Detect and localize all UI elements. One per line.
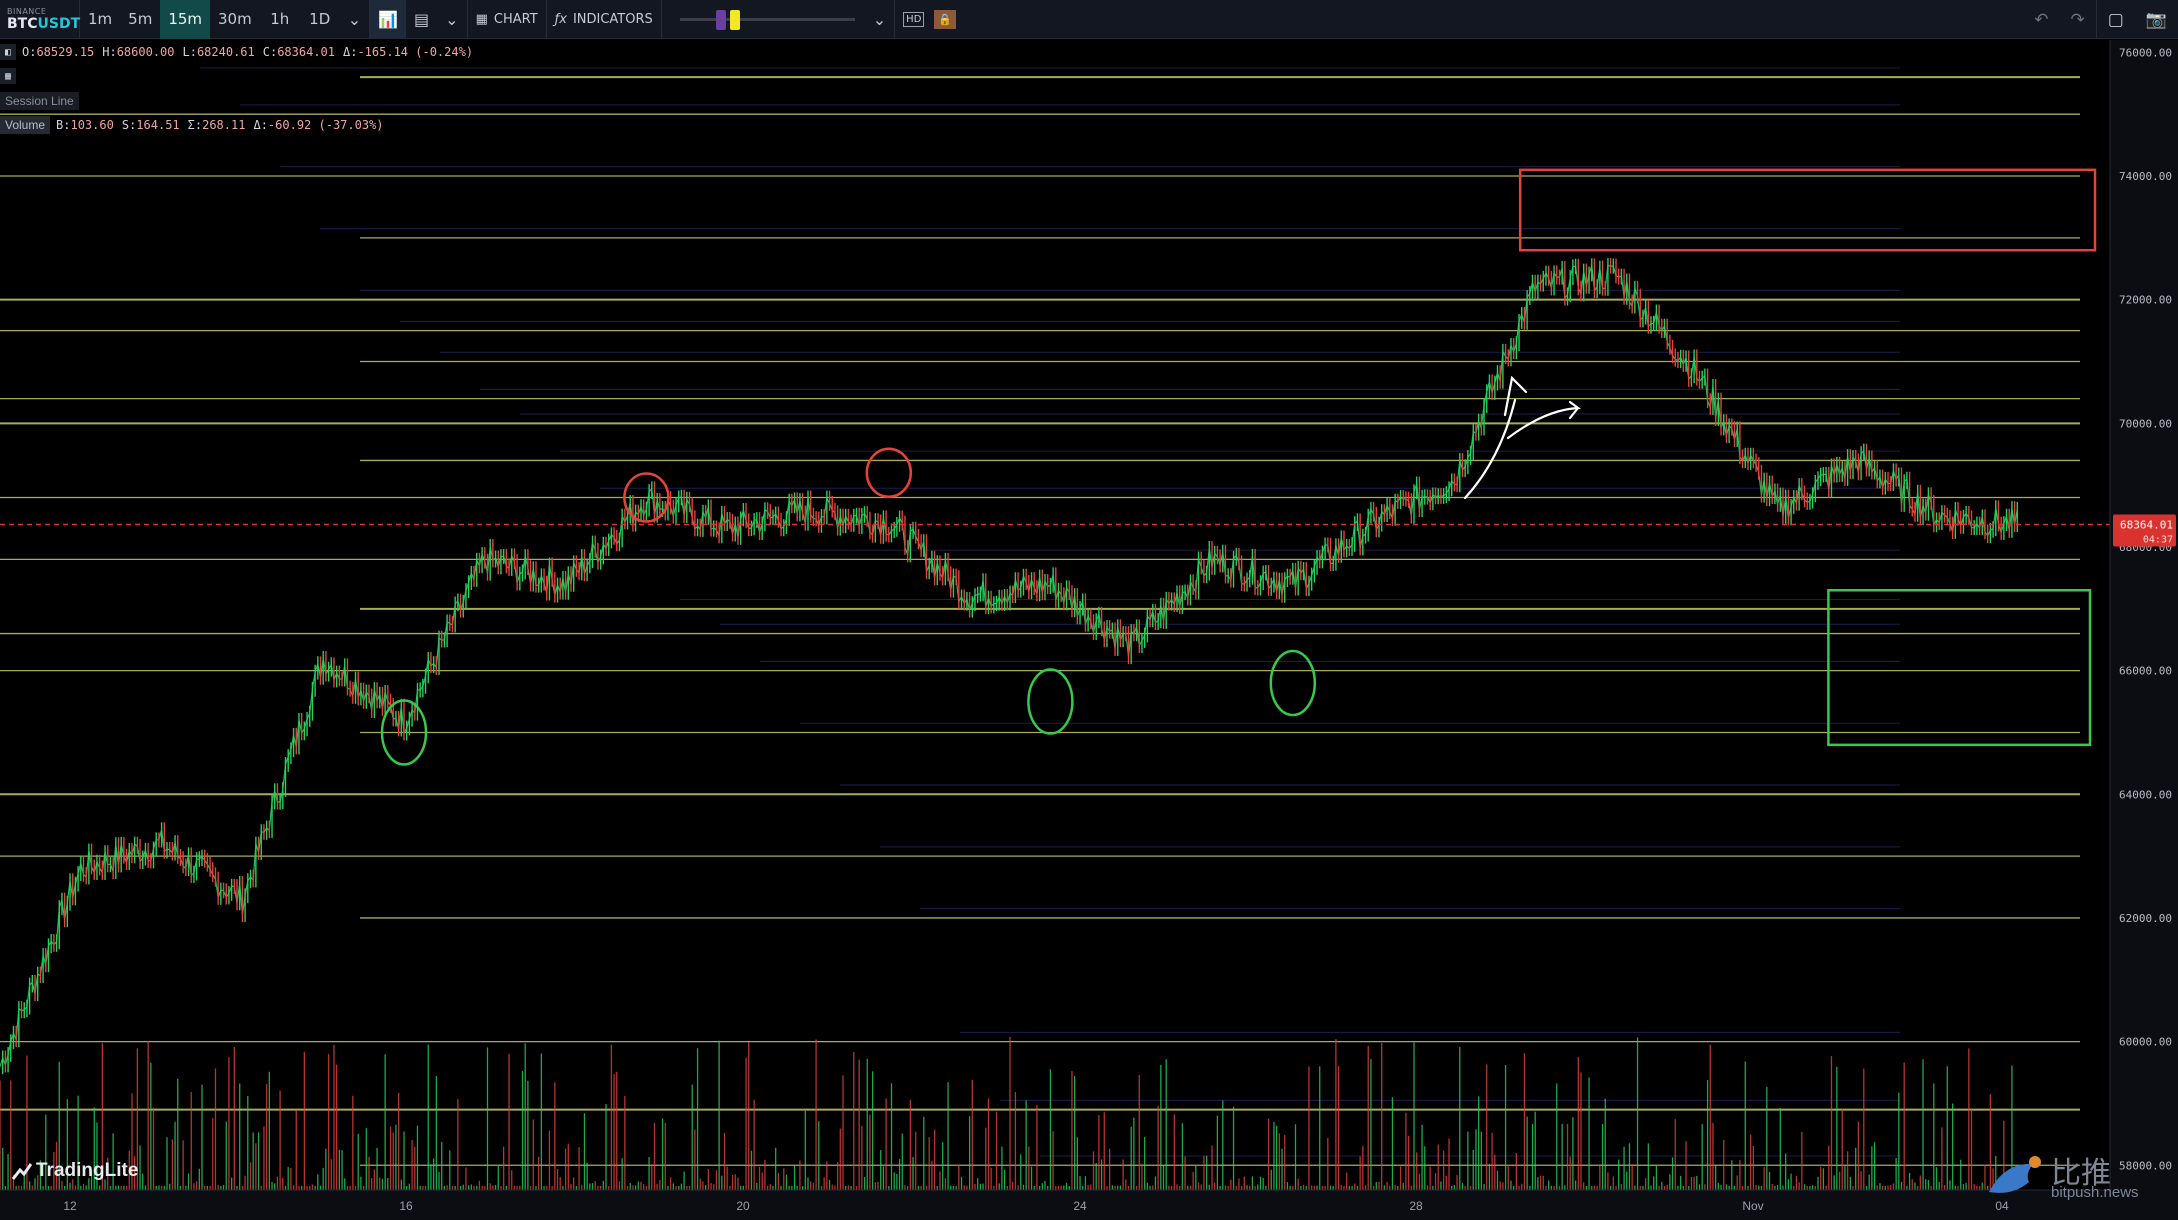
price-line-series bbox=[0, 264, 2018, 1067]
symbol-selector[interactable]: BINANCE BTCUSDT bbox=[0, 0, 80, 39]
timeframe-1m[interactable]: 1m bbox=[80, 0, 120, 39]
timeframe-1h[interactable]: 1h bbox=[260, 0, 300, 39]
green-circle-annotation bbox=[1269, 649, 1317, 717]
tradinglite-logo: TradingLite bbox=[12, 1160, 138, 1182]
candles-icon[interactable]: 📊 bbox=[370, 0, 407, 39]
indicator-toggle-row: ▦ bbox=[0, 68, 22, 84]
chevron-down-icon[interactable]: ⌄ bbox=[437, 0, 466, 39]
volume-buy: 103.60 bbox=[70, 118, 114, 132]
volume-sell: 164.51 bbox=[136, 118, 180, 132]
ohlc-open: 68529.15 bbox=[36, 45, 95, 59]
session-line-row: Session Line bbox=[0, 92, 85, 110]
current-price-label: 68364.01 bbox=[2120, 518, 2173, 531]
camera-icon[interactable]: 📷 bbox=[2135, 0, 2178, 39]
price-axis-label: 76000.00 bbox=[2119, 46, 2172, 59]
slider-handle-low[interactable] bbox=[715, 9, 726, 30]
chart-button-label: CHART bbox=[493, 11, 538, 27]
redo-icon[interactable]: ↷ bbox=[2060, 0, 2096, 39]
timeframe-15m[interactable]: 15m bbox=[160, 0, 211, 39]
bitpush-watermark: 比推 bitpush.news bbox=[1985, 1148, 2175, 1204]
symbol-base: BTC bbox=[7, 15, 38, 32]
logo-icon bbox=[12, 1163, 32, 1180]
hand-drawn-arrow-annotation bbox=[1463, 375, 1582, 500]
hd-icon[interactable]: HD bbox=[895, 0, 932, 39]
time-axis-label: 20 bbox=[736, 1199, 750, 1213]
chart-icon: ▦ bbox=[475, 11, 488, 27]
red-circle-annotation bbox=[865, 447, 913, 499]
ohlc-high: 68600.00 bbox=[116, 45, 175, 59]
volume-total: 268.11 bbox=[202, 118, 246, 132]
layout-icon[interactable]: ▤ bbox=[406, 0, 437, 39]
symbol-quote: USDT bbox=[37, 15, 81, 32]
timeframe-5m[interactable]: 5m bbox=[120, 0, 160, 39]
chart-button[interactable]: ▦ CHART bbox=[468, 0, 546, 39]
lock-icon[interactable]: 🔒 bbox=[932, 0, 958, 39]
heatmap-intensity-slider[interactable] bbox=[679, 0, 855, 39]
collapse-icon[interactable]: ◧ bbox=[0, 44, 16, 60]
fx-icon: ƒx bbox=[554, 11, 567, 27]
chevron-down-icon[interactable]: ⌄ bbox=[865, 0, 894, 39]
timeframe-1D[interactable]: 1D bbox=[300, 0, 340, 39]
logo-text: TradingLite bbox=[36, 1160, 139, 1181]
indicators-toggle-icon[interactable]: ▦ bbox=[0, 68, 16, 84]
slider-track bbox=[679, 17, 855, 21]
top-toolbar: BINANCE BTCUSDT 1m 5m 15m 30m 1h 1D ⌄ 📊 ▤ ⌄ ▦… bbox=[0, 0, 2178, 39]
time-axis-label: Nov bbox=[1742, 1199, 1763, 1213]
price-axis-label: 72000.00 bbox=[2119, 294, 2172, 307]
price-axis-label: 66000.00 bbox=[2119, 665, 2172, 678]
ohlc-low: 68240.61 bbox=[196, 45, 255, 59]
price-axis-label: 60000.00 bbox=[2119, 1036, 2172, 1049]
price-axis-label: 64000.00 bbox=[2119, 788, 2172, 801]
watermark-url: bitpush.news bbox=[2051, 1184, 2139, 1201]
price-axis-label: 74000.00 bbox=[2119, 170, 2172, 183]
time-axis-label: 12 bbox=[63, 1199, 77, 1213]
ohlc-close: 68364.01 bbox=[277, 45, 335, 59]
time-axis-label: 24 bbox=[1073, 1199, 1087, 1213]
green-circle-annotation bbox=[1027, 668, 1074, 735]
price-axis-label: 70000.00 bbox=[2119, 417, 2172, 430]
time-axis-background bbox=[0, 1190, 2178, 1220]
countdown-label: 04:37 bbox=[2143, 534, 2173, 545]
ohlc-row: ◧ O: 68529.15 H: 68600.00 L: 68240.61 C: 683… bbox=[0, 44, 481, 60]
volume-row: Volume B: 103.60 S: 164.51 Σ: 268.11 Δ: -60.… bbox=[0, 116, 392, 134]
undo-icon[interactable]: ↶ bbox=[2023, 0, 2059, 39]
volume-delta: -60.92 (-37.03%) bbox=[267, 118, 384, 132]
indicators-button[interactable]: ƒx INDICATORS bbox=[547, 0, 661, 39]
divider bbox=[660, 0, 662, 39]
toolbar-right: ↶ ↷ ▢ 📷 bbox=[2023, 0, 2178, 39]
time-axis-label: 28 bbox=[1409, 1199, 1423, 1213]
timeframe-group: 1m 5m 15m 30m 1h 1D bbox=[80, 0, 340, 39]
volume-tag[interactable]: Volume bbox=[0, 116, 51, 134]
price-chart[interactable]: 76000.0074000.0072000.0070000.0068000.00… bbox=[0, 40, 2178, 1220]
timeframe-30m[interactable]: 30m bbox=[210, 0, 260, 39]
session-line-tag[interactable]: Session Line bbox=[0, 92, 79, 110]
green-box-annotation bbox=[1827, 589, 2092, 747]
fullscreen-icon[interactable]: ▢ bbox=[2097, 0, 2135, 39]
chevron-down-icon[interactable]: ⌄ bbox=[340, 0, 369, 39]
price-axis-label: 62000.00 bbox=[2119, 912, 2172, 925]
indicators-button-label: INDICATORS bbox=[572, 11, 653, 27]
symbol-label: BTCUSDT bbox=[7, 15, 81, 32]
bird-icon bbox=[1989, 1156, 2041, 1193]
time-axis-label: 16 bbox=[399, 1199, 413, 1213]
exchange-label: BINANCE bbox=[7, 6, 47, 16]
ohlc-delta: -165.14 (-0.24%) bbox=[357, 45, 474, 59]
slider-handle-high[interactable] bbox=[729, 9, 740, 30]
